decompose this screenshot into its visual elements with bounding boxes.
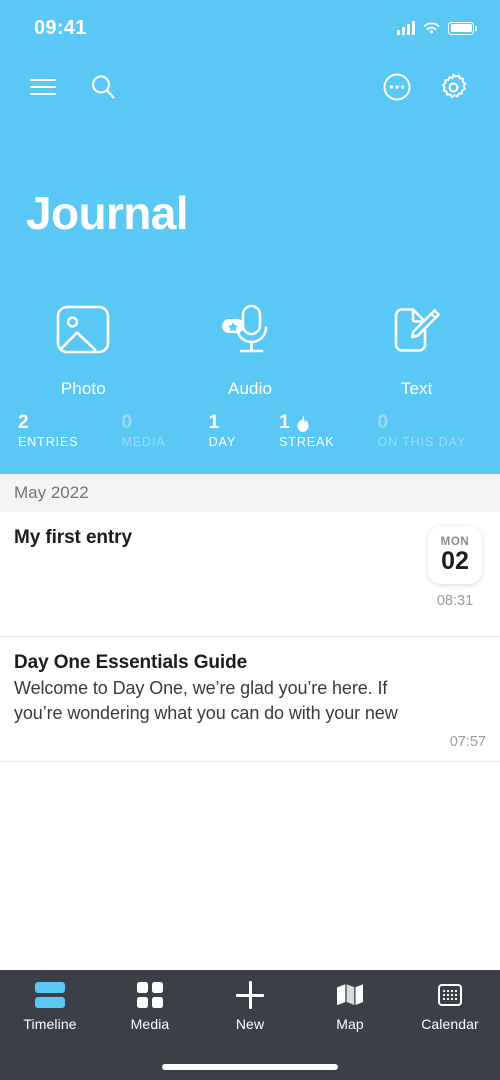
entry-title: My first entry	[14, 527, 132, 548]
timeline-list[interactable]: May 2022 My first entry MON 02 08:31 Day…	[0, 474, 500, 970]
battery-icon	[448, 21, 477, 35]
nav-left-group	[20, 64, 126, 110]
microphone-icon	[221, 300, 279, 360]
stat-label: ON THIS DAY	[377, 434, 467, 449]
stat-entries[interactable]: 2 ENTRIES	[18, 412, 121, 451]
stat-label: DAY	[208, 434, 237, 449]
quick-action-label: Photo	[60, 379, 106, 398]
journal-header-area: 09:41 Journal Photo Audio Text 2 ENTRIES…	[0, 0, 500, 474]
status-time: 09:41	[34, 16, 87, 39]
entry-time: 08:31	[436, 593, 474, 609]
stat-label: STREAK	[279, 434, 335, 449]
stat-streak[interactable]: 1 STREAK	[279, 412, 377, 451]
gear-icon[interactable]	[430, 64, 476, 110]
entry-date-meta: MON 02 08:31	[424, 526, 486, 609]
navigation-bar	[0, 56, 500, 118]
premium-star-badge	[222, 319, 244, 333]
search-icon[interactable]	[80, 64, 126, 110]
stat-value: 0	[377, 412, 389, 433]
entry-title: Day One Essentials Guide	[14, 652, 248, 673]
quick-action-label: Audio	[228, 379, 272, 398]
quick-action-audio[interactable]: Audio	[167, 300, 334, 412]
tab-map[interactable]: Map	[300, 980, 400, 1032]
home-indicator	[162, 1064, 338, 1070]
entry-preview: Welcome to Day One, we’re glad you’re he…	[14, 678, 398, 724]
stat-label: MEDIA	[121, 434, 166, 449]
tab-label: New	[235, 1016, 265, 1032]
plus-icon	[236, 980, 264, 1010]
app-screen: 09:41 Journal Photo Audio Text 2 ENTRIES…	[0, 0, 500, 1080]
table-row[interactable]: Day One Essentials Guide Welcome to Day …	[0, 637, 500, 762]
status-indicators	[397, 21, 477, 35]
quick-action-row: Photo Audio Text	[0, 236, 500, 412]
more-options-icon[interactable]	[374, 64, 420, 110]
media-grid-icon	[137, 980, 163, 1010]
stat-value: 0	[121, 412, 133, 433]
section-header-date: May 2022	[0, 474, 500, 512]
cellular-signal-icon	[397, 21, 415, 35]
date-badge-day: 02	[441, 547, 469, 575]
tab-label: Media	[130, 1016, 170, 1032]
calendar-icon	[438, 980, 462, 1010]
tab-timeline[interactable]: Timeline	[0, 980, 100, 1032]
status-bar: 09:41	[0, 0, 500, 56]
quick-action-photo[interactable]: Photo	[0, 300, 167, 412]
tab-new[interactable]: New	[200, 980, 300, 1032]
nav-right-group	[374, 64, 476, 110]
page-title: Journal	[26, 187, 189, 239]
entry-time: 07:57	[449, 734, 486, 750]
quick-action-label: Text	[400, 379, 433, 398]
hamburger-menu-icon[interactable]	[20, 64, 66, 110]
tab-calendar[interactable]: Calendar	[400, 980, 500, 1032]
stat-day[interactable]: 1 DAY	[209, 412, 279, 451]
flame-icon	[297, 413, 309, 432]
stat-on-this-day[interactable]: 0 ON THIS DAY	[377, 412, 500, 451]
tab-label: Map	[336, 1016, 364, 1032]
stat-value: 1	[208, 412, 220, 433]
timeline-icon	[35, 980, 65, 1010]
tab-label: Calendar	[421, 1016, 479, 1032]
stat-media[interactable]: 0 MEDIA	[121, 412, 208, 451]
map-icon	[336, 980, 364, 1010]
wifi-icon	[423, 22, 440, 34]
bottom-tab-bar: Timeline Media New Map Calendar	[0, 970, 500, 1080]
stats-strip[interactable]: 2 ENTRIES 0 MEDIA 1 DAY 1 STREAK 0 ON TH…	[0, 412, 500, 474]
stat-value: 1	[279, 412, 290, 433]
photo-icon	[54, 300, 112, 360]
text-entry-icon	[388, 300, 446, 360]
tab-media[interactable]: Media	[100, 980, 200, 1032]
quick-action-text[interactable]: Text	[333, 300, 500, 412]
page-title-wrap: Journal	[0, 118, 500, 236]
stat-label: ENTRIES	[18, 434, 79, 449]
date-badge: MON 02	[428, 526, 482, 584]
table-row[interactable]: My first entry MON 02 08:31	[0, 512, 500, 637]
tab-label: Timeline	[23, 1016, 77, 1032]
stat-value: 2	[18, 412, 29, 433]
